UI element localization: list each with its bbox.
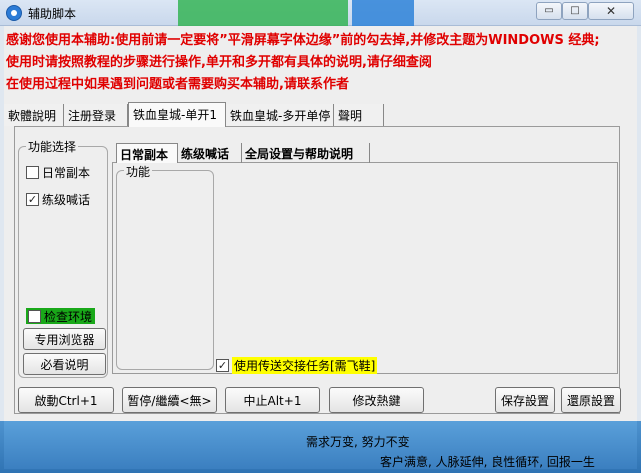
- daily-dungeon-checkbox[interactable]: [26, 166, 39, 179]
- tab-global-settings-help[interactable]: 全局设置与帮助说明: [242, 143, 370, 163]
- footer-slogan-2: 客户满意, 人脉延伸, 良性循环, 回报一生: [380, 455, 595, 469]
- tab-register-login[interactable]: 注册登录: [64, 104, 128, 126]
- tab-statement[interactable]: 聲明: [334, 104, 384, 126]
- tab-leveling-shout[interactable]: 练级喊话: [178, 143, 242, 163]
- footer-slogan-1: 需求万变, 努力不变: [306, 435, 410, 449]
- must-read-button[interactable]: 必看说明: [23, 353, 106, 375]
- teleport-task-checkbox-row[interactable]: ✓ 使用传送交接任务[需飞鞋]: [216, 357, 378, 374]
- notice-text: 感谢您使用本辅助:使用前请一定要将”平滑屏幕字体边缘”前的勾去掉,并修改主题为W…: [6, 30, 636, 100]
- leveling-shout-label: 练级喊话: [42, 193, 91, 207]
- check-env-checkbox-row[interactable]: 检查环境: [26, 308, 96, 324]
- notice-line-3: 在使用过程中如果遇到问题或者需要购买本辅助,请联系作者: [6, 77, 349, 92]
- background-green-shape: [178, 0, 348, 26]
- window-title: 辅助脚本: [28, 7, 77, 21]
- modify-hotkey-button[interactable]: 修改熱鍵: [329, 387, 424, 413]
- notice-line-2: 使用时请按照教程的步骤进行操作,单开和多开都有具体的说明,请仔细查阅: [6, 55, 432, 70]
- check-env-checkbox[interactable]: [28, 309, 41, 323]
- daily-dungeon-label: 日常副本: [42, 166, 91, 180]
- tab-single-instance[interactable]: 铁血皇城-单开1: [128, 102, 226, 127]
- close-button[interactable]: ✕: [588, 2, 634, 20]
- background-blue-shape: [352, 0, 414, 26]
- teleport-task-label: 使用传送交接任务[需飞鞋]: [232, 357, 378, 374]
- check-env-label: 检查环境: [44, 309, 93, 324]
- title-bar[interactable]: 辅助脚本 ▭ □ ✕: [0, 0, 641, 26]
- minimize-button[interactable]: ▭: [536, 2, 562, 20]
- app-icon: [6, 5, 22, 21]
- tab-multi-instance[interactable]: 铁血皇城-多开单停: [226, 104, 334, 126]
- restore-settings-button[interactable]: 還原設置: [561, 387, 621, 413]
- function-group-title: 功能: [124, 163, 153, 180]
- function-group-box: [116, 170, 214, 370]
- daily-dungeon-checkbox-row[interactable]: 日常副本: [26, 164, 90, 181]
- pause-resume-button[interactable]: 暂停/繼續<無>: [122, 387, 217, 413]
- notice-line-1: 感谢您使用本辅助:使用前请一定要将”平滑屏幕字体边缘”前的勾去掉,并修改主题为W…: [6, 33, 600, 48]
- function-select-title: 功能选择: [26, 138, 79, 155]
- teleport-task-checkbox[interactable]: ✓: [216, 359, 229, 372]
- leveling-shout-checkbox[interactable]: ✓: [26, 193, 39, 206]
- stop-button[interactable]: 中止Alt+1: [225, 387, 320, 413]
- start-button[interactable]: 啟動Ctrl+1: [18, 387, 114, 413]
- save-settings-button[interactable]: 保存設置: [495, 387, 555, 413]
- tab-software-info[interactable]: 軟體說明: [4, 104, 64, 126]
- dedicated-browser-button[interactable]: 专用浏览器: [23, 328, 106, 350]
- maximize-button[interactable]: □: [562, 2, 588, 20]
- leveling-shout-checkbox-row[interactable]: ✓ 练级喊话: [26, 191, 90, 208]
- tab-daily-dungeon[interactable]: 日常副本: [116, 143, 178, 163]
